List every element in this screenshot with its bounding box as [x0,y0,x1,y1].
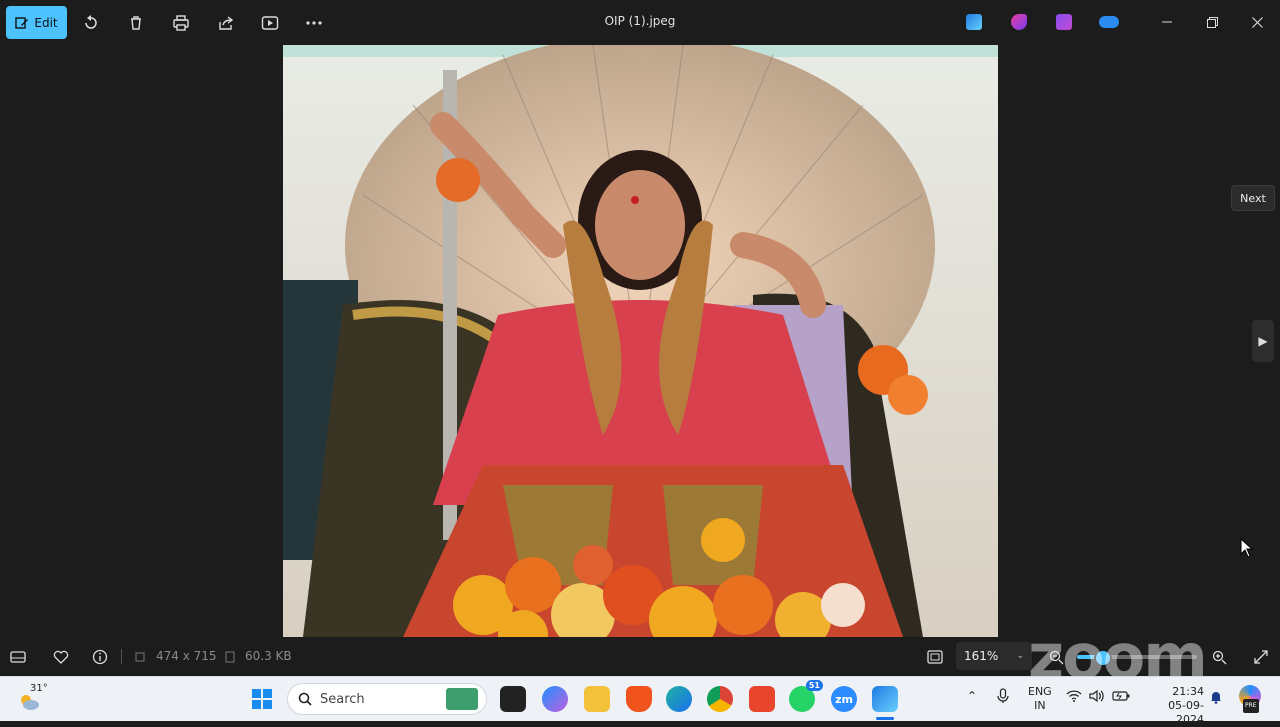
start-icon[interactable] [249,686,275,712]
wifi-icon[interactable] [1066,690,1082,706]
search-placeholder: Search [320,691,365,707]
clock-time: 21:34 [1172,685,1204,698]
language-region: IN [1034,699,1046,712]
photo-canvas[interactable] [283,45,998,637]
print-icon[interactable] [170,12,192,34]
photo-editor-icon[interactable] [966,14,982,30]
microphone-icon[interactable] [997,688,1009,708]
next-image-button[interactable]: ▶ [1252,320,1274,362]
edge-icon[interactable] [666,686,692,712]
battery-icon[interactable] [1112,691,1130,705]
volume-icon[interactable] [1089,689,1105,706]
minimize-icon[interactable] [1155,10,1179,34]
photos-app-icon[interactable] [872,686,898,712]
chrome-icon[interactable] [707,686,733,712]
chevron-down-icon: ⌄ [1016,651,1024,661]
play-right-icon: ▶ [1258,334,1268,348]
mouse-cursor-icon [1240,537,1254,562]
designer-icon[interactable] [1011,14,1027,30]
image-dimensions: 474 x 715 [156,649,217,663]
file-explorer-icon[interactable] [584,686,610,712]
whatsapp-badge: 51 [805,680,823,691]
fit-to-window-icon[interactable] [926,648,944,666]
edit-icon [15,16,29,29]
edit-button[interactable]: Edit [6,6,67,39]
copilot-badge: PRE [1243,699,1259,713]
dimensions-icon [131,648,149,666]
info-icon[interactable] [91,648,109,666]
close-icon[interactable] [1245,10,1269,34]
slideshow-icon[interactable] [259,12,281,34]
tray-overflow-icon[interactable]: ⌃ [967,689,977,703]
fullscreen-icon[interactable] [1252,648,1270,666]
zoom-level-select[interactable]: 161% ⌄ [956,642,1032,670]
search-highlight-icon [446,688,478,710]
brave-icon[interactable] [626,686,652,712]
favorite-icon[interactable] [52,648,70,666]
more-icon[interactable] [303,12,325,34]
file-size: 60.3 KB [245,649,292,663]
zoom-app-icon[interactable]: zm [831,686,857,712]
rotate-icon[interactable] [80,12,102,34]
zoom-app-label: zm [835,692,853,706]
clock-date: 05-09-2024 [1168,699,1204,726]
zoom-level-value: 161% [964,649,999,663]
taskbar: 31° Search 51 zm ⌃ ENG IN 21:34 05-09-20… [0,676,1280,726]
clock[interactable]: 21:34 05-09-2024 [1142,685,1204,727]
weather-widget[interactable]: 31° [14,683,50,715]
taskbar-search[interactable]: Search [287,683,487,715]
filmstrip-icon[interactable] [9,648,27,666]
next-tooltip: Next [1231,185,1275,211]
photo-image [283,45,998,637]
file-size-icon [221,648,239,666]
edit-label: Edit [34,15,58,30]
title-bar: Edit OIP (1).jpeg [0,0,1280,45]
wps-office-icon[interactable] [749,686,775,712]
onedrive-icon[interactable] [1099,16,1119,28]
whatsapp-icon[interactable]: 51 [789,680,823,712]
delete-icon[interactable] [125,12,147,34]
notification-bell-icon[interactable] [1209,690,1223,708]
language-code: ENG [1028,685,1052,698]
weather-temp: 31° [30,683,48,694]
clipchamp-icon[interactable] [1056,14,1072,30]
language-indicator[interactable]: ENG IN [1028,685,1052,713]
weather-icon [21,695,39,710]
task-view-icon[interactable] [500,686,526,712]
zoom-in-icon[interactable] [1210,648,1228,666]
restore-icon[interactable] [1200,10,1224,34]
divider [121,649,122,664]
search-icon [298,692,312,706]
window-title: OIP (1).jpeg [604,14,676,28]
share-icon[interactable] [215,12,237,34]
copilot-app-icon[interactable] [542,686,568,712]
copilot-tray-icon[interactable]: PRE [1239,685,1261,713]
